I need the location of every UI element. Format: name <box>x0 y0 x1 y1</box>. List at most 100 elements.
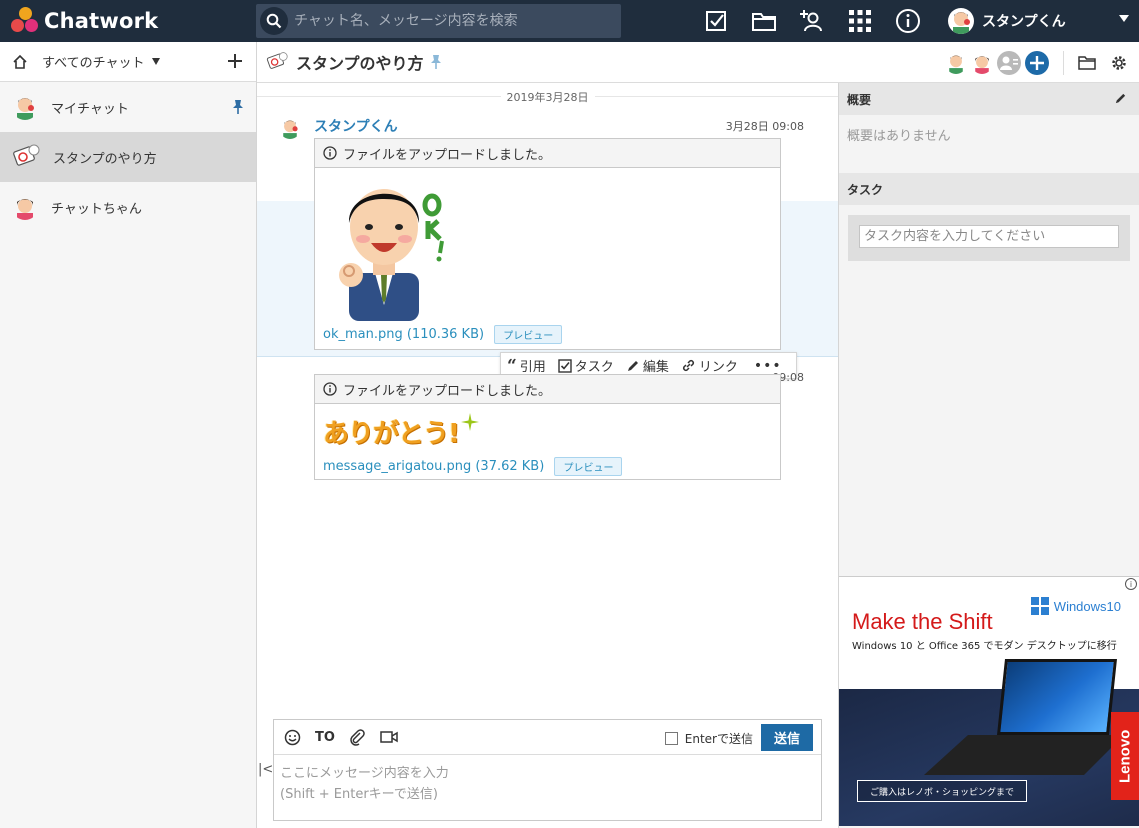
windows-brand-text: Windows10 <box>1053 598 1121 614</box>
file-info: message_arigatou.png (37.62 KB) プレビュー <box>323 457 623 476</box>
app-name: Chatwork <box>44 9 159 33</box>
file-upload-card: ファイルをアップロードしました。 ok_man.png (110.36 KB) … <box>314 138 781 350</box>
room-icon <box>266 51 288 73</box>
preview-button[interactable]: プレビュー <box>494 325 563 344</box>
ok-text-icon <box>420 193 450 263</box>
info-icon <box>323 382 337 396</box>
sidebar-item-my-chat[interactable]: マイチャット <box>0 82 256 132</box>
task-title: タスク <box>847 182 884 197</box>
user-menu[interactable]: スタンプくん <box>948 0 1139 42</box>
emoji-button[interactable] <box>284 729 301 746</box>
summary-title: 概要 <box>847 92 872 107</box>
to-label: TO <box>315 729 335 745</box>
link-button[interactable]: リンク <box>681 356 738 375</box>
search-box <box>256 4 621 38</box>
apps-grid-icon[interactable] <box>844 5 876 37</box>
app-logo[interactable]: Chatwork <box>0 6 256 36</box>
file-info: ok_man.png (110.36 KB) プレビュー <box>323 325 563 344</box>
room-avatar <box>12 194 38 220</box>
send-button[interactable]: 送信 <box>761 724 813 751</box>
sidebar: すべてのチャット マイチャット スタンプのやり方 チャットちゃん <box>0 42 257 828</box>
ad-headline: Make the Shift <box>852 609 993 634</box>
sidebar-item-stamp-howto[interactable]: スタンプのやり方 <box>0 132 256 182</box>
pin-icon[interactable] <box>232 99 244 115</box>
edit-label: 編集 <box>642 360 669 375</box>
add-member-button[interactable] <box>1025 50 1049 75</box>
top-icon-group <box>700 0 940 42</box>
emoji-icon <box>284 729 301 745</box>
composer-toolbar: TO Enterで送信 送信 <box>274 720 821 755</box>
member-avatar[interactable] <box>971 52 993 74</box>
task-checkbox-icon <box>558 358 572 373</box>
search-input[interactable] <box>288 4 621 38</box>
gear-icon[interactable] <box>1110 54 1128 72</box>
chevron-down-icon[interactable] <box>1119 15 1129 22</box>
summary-empty: 概要はありません <box>839 115 1139 173</box>
chatwork-logo-icon <box>10 6 40 36</box>
task-button[interactable]: タスク <box>558 356 614 375</box>
upload-notice-text: ファイルをアップロードしました。 <box>343 383 552 399</box>
room-avatar <box>12 143 40 171</box>
sender-name[interactable]: スタンプくん <box>314 116 398 136</box>
ad-cta-button[interactable]: ご購入はレノボ・ショッピングまで <box>857 780 1027 802</box>
task-input[interactable] <box>859 225 1119 248</box>
attach-file-button[interactable] <box>349 728 366 746</box>
message-timeline: 2019年3月28日 スタンプくん 3月28日 09:08 ファイルをアップロー… <box>257 83 838 713</box>
task-input-box <box>848 215 1130 261</box>
upload-notice: ファイルをアップロードしました。 <box>315 375 780 404</box>
task-checkbox-icon[interactable] <box>700 5 732 37</box>
filter-label: すべてのチャット <box>42 56 145 71</box>
arigatou-sticker-image[interactable]: ありがとう! <box>323 411 479 451</box>
enter-to-send-toggle[interactable]: Enterで送信 <box>664 730 753 747</box>
user-name: スタンプくん <box>982 14 1066 30</box>
add-contact-icon[interactable] <box>796 5 828 37</box>
room-title: スタンプのやり方 <box>296 54 424 73</box>
add-chat-icon[interactable] <box>226 52 244 70</box>
sender-avatar[interactable] <box>279 117 301 139</box>
quote-icon: “ <box>507 355 517 376</box>
search-icon[interactable] <box>260 7 288 35</box>
task-header: タスク <box>839 173 1139 205</box>
quote-label: 引用 <box>519 360 546 375</box>
caret-down-icon <box>152 58 161 65</box>
to-button[interactable]: TO <box>315 730 335 745</box>
home-icon <box>13 54 27 69</box>
date-label: 2019年3月28日 <box>500 91 595 104</box>
message-input[interactable] <box>274 755 821 819</box>
room-name: スタンプのやり方 <box>53 151 157 167</box>
quote-button[interactable]: “ 引用 <box>507 356 546 375</box>
pencil-icon[interactable] <box>1114 92 1127 105</box>
video-call-button[interactable] <box>380 730 398 744</box>
summary-header: 概要 <box>839 83 1139 115</box>
collapse-sidebar-icon[interactable]: |< <box>258 762 273 777</box>
divider <box>1063 50 1064 75</box>
edit-button[interactable]: 編集 <box>626 356 669 375</box>
advertisement[interactable]: i Windows10 Make the Shift Windows 10 と … <box>839 576 1139 826</box>
member-list-icon[interactable] <box>997 50 1021 75</box>
windows-logo-icon <box>1030 597 1049 615</box>
member-avatar[interactable] <box>945 52 967 74</box>
preview-button[interactable]: プレビュー <box>554 457 623 476</box>
checkbox[interactable] <box>664 732 678 745</box>
upload-notice-text: ファイルをアップロードしました。 <box>343 147 552 163</box>
upload-notice: ファイルをアップロードしました。 <box>315 139 780 168</box>
folder-icon[interactable] <box>748 5 780 37</box>
sticker-text: ありがとう! <box>323 418 460 449</box>
message-composer: TO Enterで送信 送信 <box>273 719 822 821</box>
folder-icon[interactable] <box>1078 55 1096 71</box>
sidebar-item-chat-chan[interactable]: チャットちゃん <box>0 182 256 232</box>
message-time: 3月28日 09:08 <box>725 120 804 133</box>
room-name: マイチャット <box>51 101 129 117</box>
paperclip-icon <box>350 728 365 746</box>
info-icon[interactable] <box>892 5 924 37</box>
windows-brand: Windows10 <box>1030 597 1121 615</box>
chat-filter[interactable]: すべてのチャット <box>0 42 256 82</box>
file-link[interactable]: message_arigatou.png (37.62 KB) <box>323 459 544 474</box>
pin-icon[interactable] <box>430 54 442 70</box>
top-header: Chatwork スタンプくん <box>0 0 1139 42</box>
task-label: タスク <box>574 360 614 375</box>
file-link[interactable]: ok_man.png (110.36 KB) <box>323 327 484 342</box>
ad-info-icon[interactable]: i <box>1125 578 1137 590</box>
room-header-actions <box>945 42 1139 83</box>
laptop-image <box>997 659 1117 735</box>
